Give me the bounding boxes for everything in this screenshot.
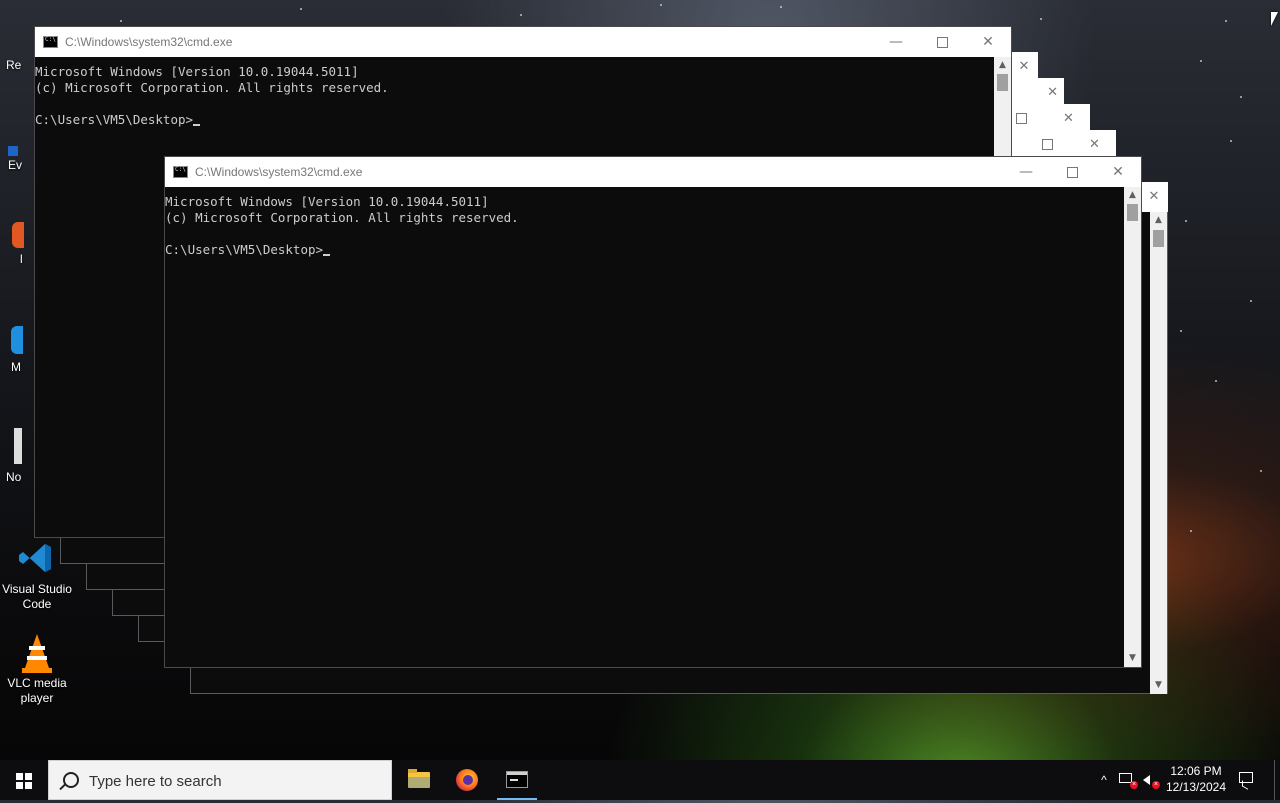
firefox-icon	[456, 769, 478, 791]
scroll-down-arrow[interactable]: ▼	[1124, 650, 1141, 667]
taskbar-app-cmd[interactable]	[493, 760, 541, 800]
ghost-scrollbar: ▲ ▼	[1150, 212, 1167, 694]
scroll-thumb[interactable]	[1127, 204, 1138, 221]
cmd-window-front[interactable]: C:\Windows\system32\cmd.exe — ✕ Microsof…	[164, 156, 1142, 668]
cmd-icon	[506, 771, 528, 788]
search-icon	[63, 772, 79, 788]
show-desktop-button[interactable]	[1274, 760, 1280, 800]
notification-center-button[interactable]	[1236, 760, 1260, 800]
taskbar-app-file-explorer[interactable]	[395, 760, 443, 800]
taskbar-app-firefox[interactable]	[444, 760, 492, 800]
cmd-icon	[173, 166, 188, 178]
console-output[interactable]: Microsoft Windows [Version 10.0.19044.50…	[165, 187, 1124, 667]
clock[interactable]: 12:06 PM 12/13/2024	[1162, 760, 1230, 803]
minimize-button[interactable]: —	[873, 27, 919, 57]
notification-icon	[1239, 772, 1253, 783]
file-explorer-icon	[408, 769, 430, 788]
scroll-up-arrow[interactable]: ▲	[994, 57, 1011, 74]
start-button[interactable]	[0, 760, 48, 800]
network-icon[interactable]: ×	[1116, 760, 1138, 800]
titlebar[interactable]: C:\Windows\system32\cmd.exe — ✕	[165, 157, 1141, 187]
desktop-icon-label: VLC media player	[7, 676, 67, 705]
desktop-icon-label: l	[20, 252, 23, 266]
console-line: Microsoft Windows [Version 10.0.19044.50…	[35, 64, 359, 79]
close-button[interactable]: ✕	[1095, 157, 1141, 187]
vlc-icon	[17, 632, 57, 673]
maximize-icon	[1066, 166, 1078, 178]
clock-date: 12/13/2024	[1165, 780, 1227, 794]
console-prompt: C:\Users\VM5\Desktop>	[165, 242, 324, 257]
desktop-icon-label: Re	[6, 58, 22, 72]
console-line: (c) Microsoft Corporation. All rights re…	[165, 210, 519, 225]
maximize-button[interactable]	[1049, 157, 1095, 187]
scroll-thumb[interactable]	[997, 74, 1008, 91]
search-placeholder: Type here to search	[89, 773, 222, 790]
desktop-icon-vlc[interactable]: VLC media player	[0, 632, 74, 706]
vscode-icon	[17, 538, 57, 578]
console-prompt: C:\Users\VM5\Desktop>	[35, 112, 194, 127]
edge-icon	[11, 326, 23, 354]
window-title: C:\Windows\system32\cmd.exe	[65, 35, 233, 49]
desktop-icon-partial-no[interactable]: No	[6, 428, 22, 484]
clock-time: 12:06 PM	[1170, 764, 1222, 778]
notepad-icon	[14, 428, 22, 464]
desktop-icon-label: Visual Studio Code	[2, 582, 72, 611]
console-line: (c) Microsoft Corporation. All rights re…	[35, 80, 389, 95]
titlebar[interactable]: C:\Windows\system32\cmd.exe — ✕	[35, 27, 1011, 57]
desktop-icon-label: Ev	[8, 158, 23, 172]
desktop-icon-partial-l[interactable]: l	[12, 222, 24, 266]
windows-logo-icon	[16, 773, 32, 789]
desktop-icon-label: No	[6, 470, 22, 484]
maximize-button[interactable]	[919, 27, 965, 57]
mouse-pointer-icon	[1271, 12, 1278, 26]
desktop-icon-partial-ev[interactable]: Ev	[8, 146, 22, 172]
cmd-icon	[43, 36, 58, 48]
search-box[interactable]: Type here to search	[48, 760, 392, 800]
console-line: Microsoft Windows [Version 10.0.19044.50…	[165, 194, 489, 209]
desktop-icon-partial-m[interactable]: M	[11, 326, 23, 374]
window-title: C:\Windows\system32\cmd.exe	[195, 165, 363, 179]
ghost-titlebar: ✕	[1140, 182, 1168, 212]
taskbar: Type here to search ^ × × 12:06 PM 12/13…	[0, 760, 1280, 800]
vertical-scrollbar[interactable]: ▲ ▼	[1124, 187, 1141, 667]
close-button[interactable]: ✕	[965, 27, 1011, 57]
minimize-button[interactable]: —	[1003, 157, 1049, 187]
scroll-up-arrow[interactable]: ▲	[1124, 187, 1141, 204]
volume-icon[interactable]: ×	[1140, 760, 1162, 800]
shortcut-icon	[8, 146, 18, 156]
desktop-icon-recycle-bin[interactable]: Re	[6, 58, 21, 72]
show-hidden-icons-button[interactable]: ^	[1094, 760, 1114, 800]
console-prompt-line: C:\Users\VM5\Desktop>	[35, 112, 994, 128]
console-prompt-line: C:\Users\VM5\Desktop>	[165, 242, 1124, 258]
text-cursor	[193, 124, 201, 126]
maximize-icon	[936, 36, 948, 48]
app-icon	[12, 222, 24, 248]
desktop-icon-label: M	[11, 360, 21, 374]
text-cursor	[323, 254, 331, 256]
